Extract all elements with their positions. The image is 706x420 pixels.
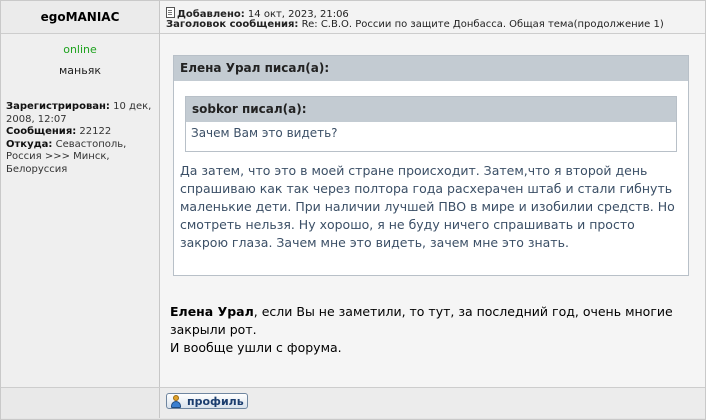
post-subject-line: Заголовок сообщения: Re: С.В.О. России п…	[166, 19, 664, 31]
author-details: Зарегистрирован: 10 дек, 2008, 12:07 Соо…	[6, 101, 156, 176]
registered-row: Зарегистрирован: 10 дек, 2008, 12:07	[6, 101, 156, 126]
inner-quote-title: sobkor писал(а):	[186, 97, 676, 122]
person-icon	[170, 394, 182, 408]
footer-left	[1, 388, 159, 418]
outer-quote-text: Да затем, что это в моей стране происход…	[180, 163, 675, 250]
reply-line-2: И вообще ушли с форума.	[170, 340, 342, 355]
profile-button[interactable]: профиль	[166, 393, 248, 409]
messages-row: Сообщения: 22122	[6, 126, 156, 139]
inner-quote: sobkor писал(а): Зачем Вам это видеть?	[185, 96, 677, 152]
profile-button-label: профиль	[187, 394, 244, 408]
registered-label: Зарегистрирован:	[6, 101, 110, 112]
user-rank: маньяк	[59, 64, 101, 77]
messages-value: 22122	[79, 126, 112, 137]
footer-actions: профиль	[160, 388, 705, 418]
subject-label: Заголовок сообщения:	[166, 19, 299, 30]
inner-quote-text: Зачем Вам это видеть?	[191, 126, 338, 140]
username-text[interactable]: egoMANIAC	[41, 10, 120, 24]
outer-quote: Елена Урал писал(а): sobkor писал(а): За…	[173, 55, 689, 276]
from-row: Откуда: Севастополь, Россия >>> Минск, Б…	[6, 139, 156, 177]
author-panel: online маньяк Зарегистрирован: 10 дек, 2…	[1, 34, 159, 387]
online-status: online	[63, 43, 97, 56]
post-body: Елена Урал писал(а): sobkor писал(а): За…	[160, 34, 705, 387]
from-label: Откуда:	[6, 138, 53, 150]
reply-text: Елена Урал, если Вы не заметили, то тут,…	[170, 303, 695, 357]
messages-label: Сообщения:	[6, 126, 77, 137]
document-icon[interactable]	[166, 7, 175, 18]
outer-quote-title: Елена Урал писал(а):	[174, 56, 688, 81]
post-header: Добавлено: 14 окт, 2023, 21:06 Заголовок…	[160, 1, 705, 34]
author-username[interactable]: egoMANIAC	[1, 1, 159, 34]
subject-value: Re: С.В.О. России по защите Донбасса. Об…	[301, 19, 664, 30]
reply-mention: Елена Урал	[170, 304, 254, 319]
